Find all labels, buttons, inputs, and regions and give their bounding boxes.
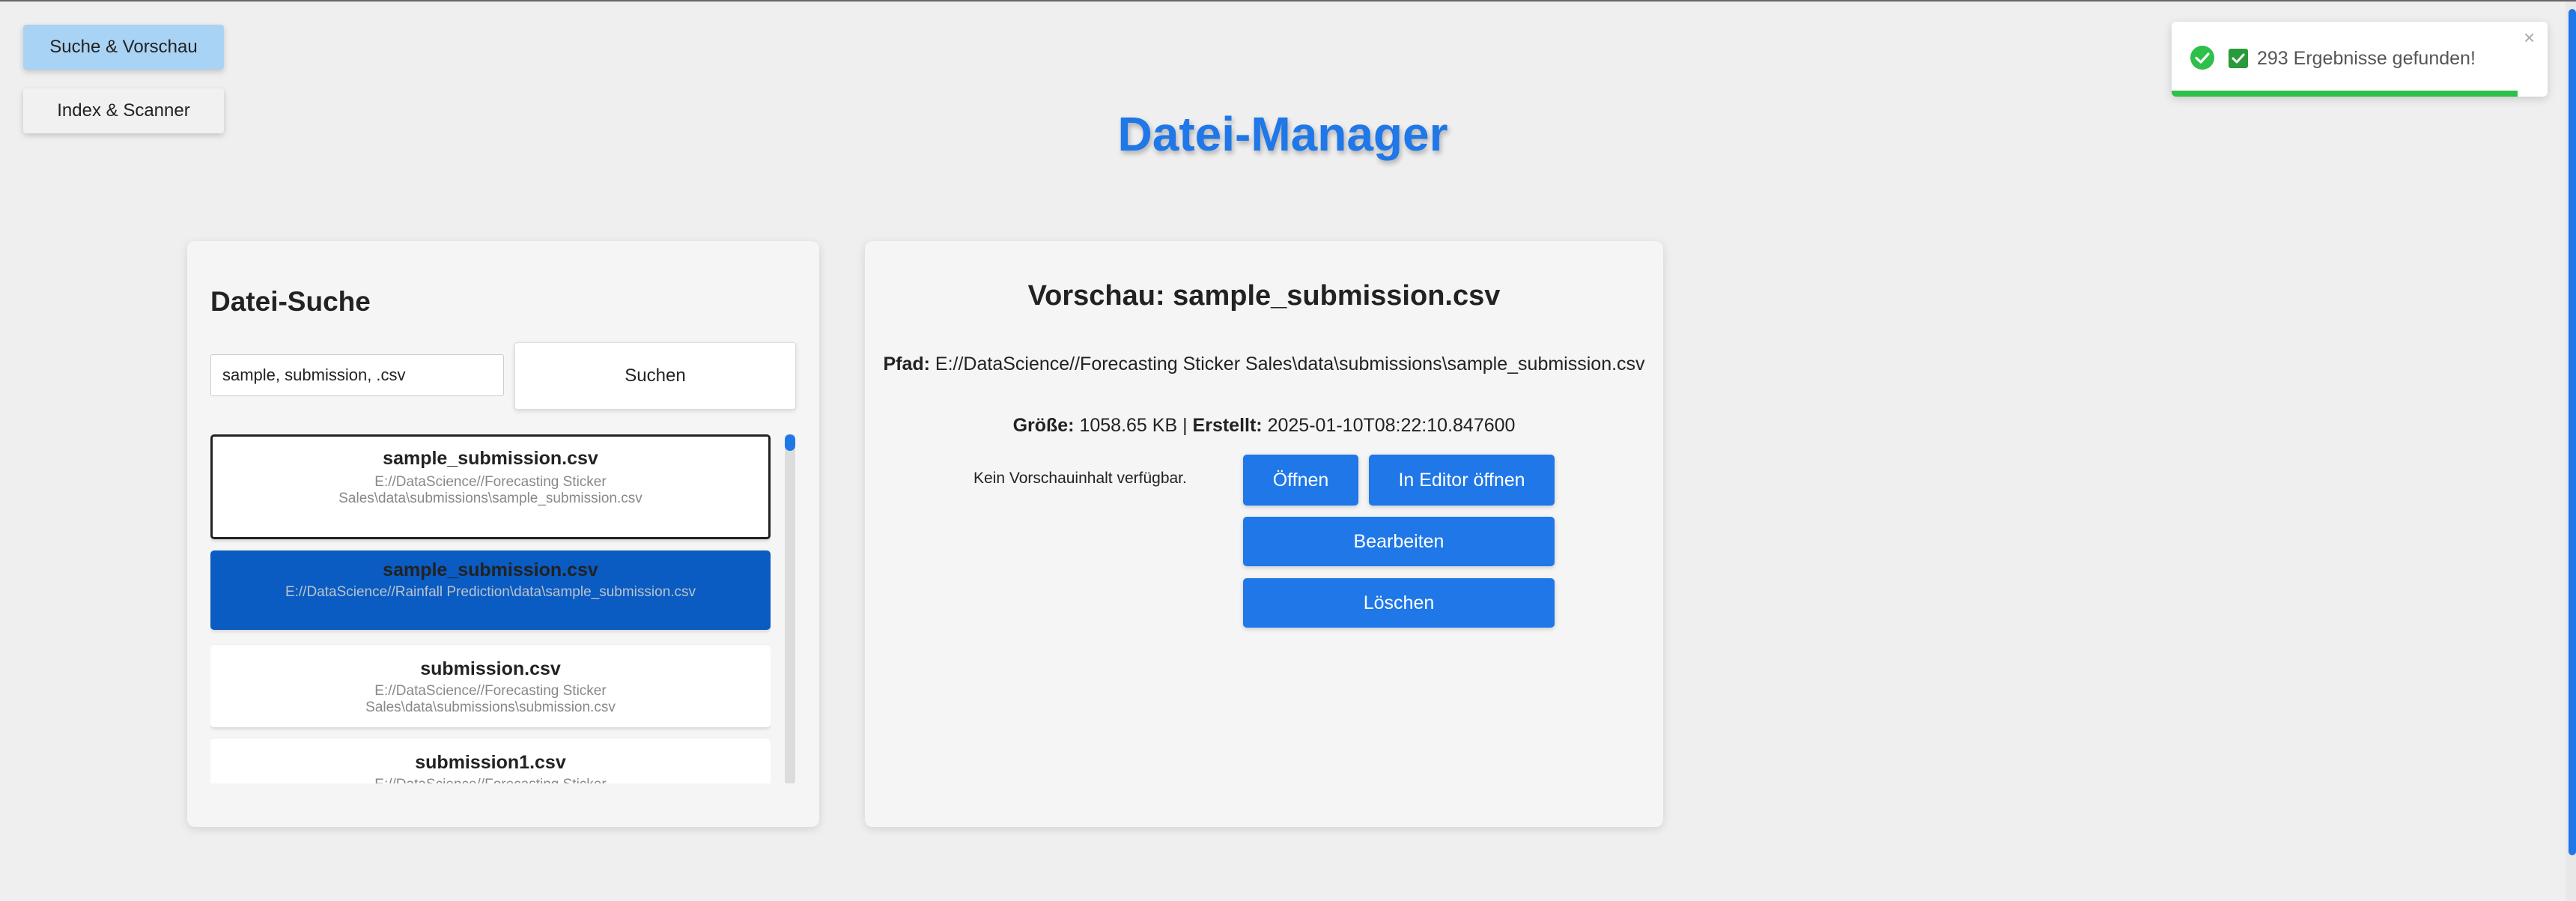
result-path: E://DataScience//Forecasting Sticker Sal… — [338, 474, 643, 506]
result-list-scrollbar-thumb[interactable] — [785, 434, 795, 451]
delete-button[interactable]: Löschen — [1243, 578, 1555, 628]
result-item-selected[interactable]: sample_submission.csv E://DataScience//R… — [210, 550, 771, 630]
checkbox-emoji-icon — [2229, 49, 2248, 68]
close-icon[interactable]: × — [2524, 26, 2535, 49]
result-list: sample_submission.csv E://DataScience//F… — [210, 434, 771, 783]
open-in-editor-button[interactable]: In Editor öffnen — [1369, 455, 1555, 506]
success-toast: 293 Ergebnisse gefunden! × — [2172, 22, 2548, 97]
file-meta-line: Größe: 1058.65 KB | Erstellt: 2025-01-10… — [865, 415, 1663, 437]
result-path: E://DataScience//Rainfall Prediction\dat… — [285, 584, 696, 600]
no-preview-text: Kein Vorschauinhalt verfügbar. — [973, 470, 1187, 487]
created-value: 2025-01-10T08:22:10.847600 — [1267, 415, 1516, 436]
result-name: submission1.csv — [415, 752, 566, 773]
size-label: Größe: — [1012, 415, 1075, 436]
page-title: Datei-Manager — [1117, 107, 1448, 161]
result-path: E://DataScience//Forecasting Sticker Sal… — [210, 777, 771, 783]
path-value: E://DataScience//Forecasting Sticker Sal… — [935, 354, 1645, 374]
meta-separator: | — [1182, 415, 1188, 436]
toast-progress-bar — [2172, 91, 2518, 97]
search-panel: Datei-Suche Suchen sample_submission.csv… — [187, 241, 819, 827]
size-value: 1058.65 KB — [1079, 415, 1178, 436]
preview-panel: Vorschau: sample_submission.csv Pfad: E:… — [865, 241, 1663, 827]
result-item[interactable]: submission1.csv E://DataScience//Forecas… — [210, 738, 771, 783]
result-name: submission.csv — [420, 658, 561, 679]
search-panel-heading: Datei-Suche — [210, 286, 371, 317]
search-input[interactable] — [210, 354, 504, 396]
path-label: Pfad: — [883, 354, 930, 374]
result-path: E://DataScience//Forecasting Sticker Sal… — [365, 683, 616, 715]
nav-search-preview-button[interactable]: Suche & Vorschau — [23, 25, 224, 70]
edit-button[interactable]: Bearbeiten — [1243, 517, 1555, 566]
file-path-line: Pfad: E://DataScience//Forecasting Stick… — [865, 354, 1663, 375]
toast-message: 293 Ergebnisse gefunden! — [2257, 48, 2476, 69]
result-item[interactable]: sample_submission.csv E://DataScience//F… — [210, 434, 771, 539]
page-scrollbar-thumb[interactable] — [2569, 9, 2576, 855]
preview-title: Vorschau: sample_submission.csv — [1027, 280, 1501, 312]
open-button[interactable]: Öffnen — [1243, 455, 1358, 506]
result-list-scrollbar[interactable] — [785, 434, 795, 783]
result-item[interactable]: submission.csv E://DataScience//Forecast… — [210, 645, 771, 727]
check-circle-icon — [2190, 46, 2214, 70]
search-button[interactable]: Suchen — [514, 342, 796, 410]
created-label: Erstellt: — [1192, 415, 1263, 436]
result-name: sample_submission.csv — [383, 448, 598, 469]
result-name: sample_submission.csv — [383, 559, 598, 580]
